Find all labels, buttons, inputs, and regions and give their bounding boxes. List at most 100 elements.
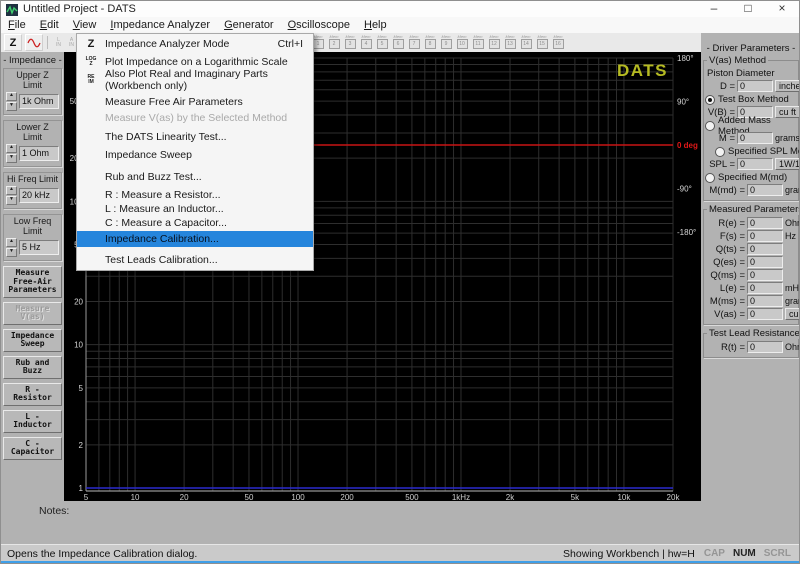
param-unit-button[interactable]: cu ft (785, 308, 799, 320)
menu-item-test-leads-calibration[interactable]: Test Leads Calibration... (77, 252, 313, 268)
param-value-field[interactable]: 0 (747, 243, 783, 255)
menu-item-dats-linearity-test[interactable]: The DATS Linearity Test... (77, 128, 313, 146)
menu-item-plot-real-imaginary[interactable]: RE IM Also Plot Real and Imaginary Parts… (77, 68, 313, 92)
param-label: Q(ms) = (710, 269, 745, 281)
impedance-z-icon: Z (87, 38, 95, 50)
menu-edit[interactable]: Edit (33, 19, 66, 31)
param-value-field[interactable]: 0 (747, 230, 783, 242)
param-value-field[interactable]: 0 (747, 341, 783, 353)
spl-field[interactable]: 0 (737, 158, 773, 170)
mem-slot-button[interactable]: Mem 5 (375, 34, 389, 50)
x-tick-label: 50 (245, 493, 254, 501)
upper-z-limit-field[interactable]: 1k Ohm (19, 94, 59, 109)
param-value-field[interactable]: 0 (747, 295, 783, 307)
menu-item-rub-and-buzz-test[interactable]: Rub and Buzz Test... (77, 168, 313, 186)
menu-item-measure-free-air[interactable]: Measure Free Air Parameters (77, 93, 313, 111)
impedance-tick-label: 1 (79, 484, 84, 493)
impedance-tick-label: 10 (74, 341, 83, 350)
spl-unit-button[interactable]: 1W/1m (775, 158, 799, 170)
mem-slot-button[interactable]: Mem 9 (439, 34, 453, 50)
mem-slot-button[interactable]: Mem 11 (471, 34, 485, 50)
mem-slot-button[interactable]: Mem 4 (359, 34, 373, 50)
param-value-field[interactable]: 0 (747, 308, 783, 320)
spin-up-icon[interactable] (6, 92, 17, 101)
menu-view[interactable]: View (66, 19, 104, 31)
menu-impedance-analyzer[interactable]: Impedance Analyzer (103, 19, 217, 31)
test-lead-resistance-title: Test Lead Resistance (707, 328, 800, 339)
impedance-tick-label: 2 (79, 441, 84, 450)
mem-slot-button[interactable]: Mem 13 (503, 34, 517, 50)
mem-slot-button[interactable]: Mem 2 (327, 34, 341, 50)
spin-up-icon[interactable] (6, 144, 17, 153)
low-freq-limit-field[interactable]: 5 Hz (19, 240, 59, 255)
spin-down-icon[interactable] (6, 248, 17, 257)
mem-slot-button[interactable]: Mem 16 (551, 34, 565, 50)
d-unit-button[interactable]: inches (775, 80, 799, 92)
mem-slot-button[interactable]: Mem 15 (535, 34, 549, 50)
indicator-scrl: SCRL (763, 548, 791, 559)
mem-slot-button[interactable]: Mem 14 (519, 34, 533, 50)
sidebar-action-button[interactable]: Rub and Buzz (3, 355, 62, 379)
test-box-method-radio[interactable] (705, 94, 715, 105)
menu-item-measure-capacitor[interactable]: C : Measure a Capacitor... (77, 216, 313, 230)
maximize-button[interactable]: □ (731, 1, 765, 17)
sidebar-action-button[interactable]: Measure Free-Air Parameters (3, 266, 62, 298)
impedance-mode-button[interactable]: Z (4, 34, 22, 51)
hi-freq-limit-field[interactable]: 20 kHz (19, 188, 59, 203)
mmd-field[interactable]: 0 (747, 184, 783, 196)
d-field[interactable]: 0 (737, 80, 773, 92)
app-window: Untitled Project - DATS – □ × File Edit … (0, 0, 800, 564)
line-in-icon: L IN (56, 36, 61, 48)
x-tick-label: 20k (667, 493, 681, 501)
lower-z-limit-field[interactable]: 1 Ohm (19, 146, 59, 161)
test-lead-rows: R(t) =0Ohms (705, 341, 799, 353)
mem-slot-button[interactable]: Mem 10 (455, 34, 469, 50)
added-mass-method-radio[interactable] (705, 120, 715, 131)
specified-spl-method-radio[interactable] (715, 146, 725, 157)
mem-slot-button[interactable]: Mem 6 (391, 34, 405, 50)
param-value-field[interactable]: 0 (747, 269, 783, 281)
param-value-field[interactable]: 0 (747, 256, 783, 268)
menu-oscilloscope[interactable]: Oscilloscope (281, 19, 357, 31)
generator-sine-button[interactable] (25, 34, 43, 51)
m-label: M = (718, 132, 735, 144)
param-value-field[interactable]: 0 (747, 217, 783, 229)
mem-slot-button[interactable]: Mem 8 (423, 34, 437, 50)
spin-down-icon[interactable] (6, 102, 17, 111)
spin-down-icon[interactable] (6, 196, 17, 205)
phase-tick-label: 0 deg (677, 141, 698, 150)
spin-down-icon[interactable] (6, 154, 17, 163)
phase-tick-label: -180° (677, 228, 696, 237)
close-button[interactable]: × (765, 1, 799, 17)
menu-help[interactable]: Help (357, 19, 394, 31)
x-tick-label: 1kHz (452, 493, 470, 501)
menu-item-measure-inductor[interactable]: L : Measure an Inductor... (77, 202, 313, 216)
minimize-button[interactable]: – (697, 1, 731, 17)
phase-tick-label: -90° (677, 185, 692, 194)
spin-up-icon[interactable] (6, 238, 17, 247)
m-field[interactable]: 0 (737, 132, 773, 144)
keyboard-indicators: CAP NUM SCRL (704, 548, 791, 559)
menu-file[interactable]: File (1, 19, 33, 31)
specified-mmd-radio[interactable] (705, 172, 715, 183)
hi-freq-limit-group: Hi Freq Limit 20 kHz (3, 172, 62, 209)
toolbar-separator (47, 36, 48, 49)
param-value-field[interactable]: 0 (747, 282, 783, 294)
sidebar-action-button[interactable]: Impedance Sweep (3, 328, 62, 352)
sidebar-action-button[interactable]: R - Resistor (3, 382, 62, 406)
menu-generator[interactable]: Generator (217, 19, 281, 31)
menu-item-impedance-analyzer-mode[interactable]: Z Impedance Analyzer Mode Ctrl+I (77, 35, 313, 53)
mem-slot-button[interactable]: Mem 7 (407, 34, 421, 50)
param-label: Q(es) = (713, 256, 745, 268)
param-label: R(t) = (720, 341, 745, 353)
menu-item-measure-resistor[interactable]: R : Measure a Resistor... (77, 188, 313, 202)
sidebar-action-button[interactable]: L - Inductor (3, 409, 62, 433)
test-lead-resistance-group: Test Lead Resistance R(t) =0Ohms (703, 328, 799, 358)
impedance-sidebar-title: - Impedance - (3, 55, 62, 66)
spin-up-icon[interactable] (6, 186, 17, 195)
sidebar-action-button[interactable]: C - Capacitor (3, 436, 62, 460)
mem-slot-button[interactable]: Mem 3 (343, 34, 357, 50)
mem-slot-button[interactable]: Mem 12 (487, 34, 501, 50)
menu-item-impedance-calibration[interactable]: Impedance Calibration... (77, 231, 313, 247)
menu-item-impedance-sweep[interactable]: Impedance Sweep (77, 146, 313, 164)
